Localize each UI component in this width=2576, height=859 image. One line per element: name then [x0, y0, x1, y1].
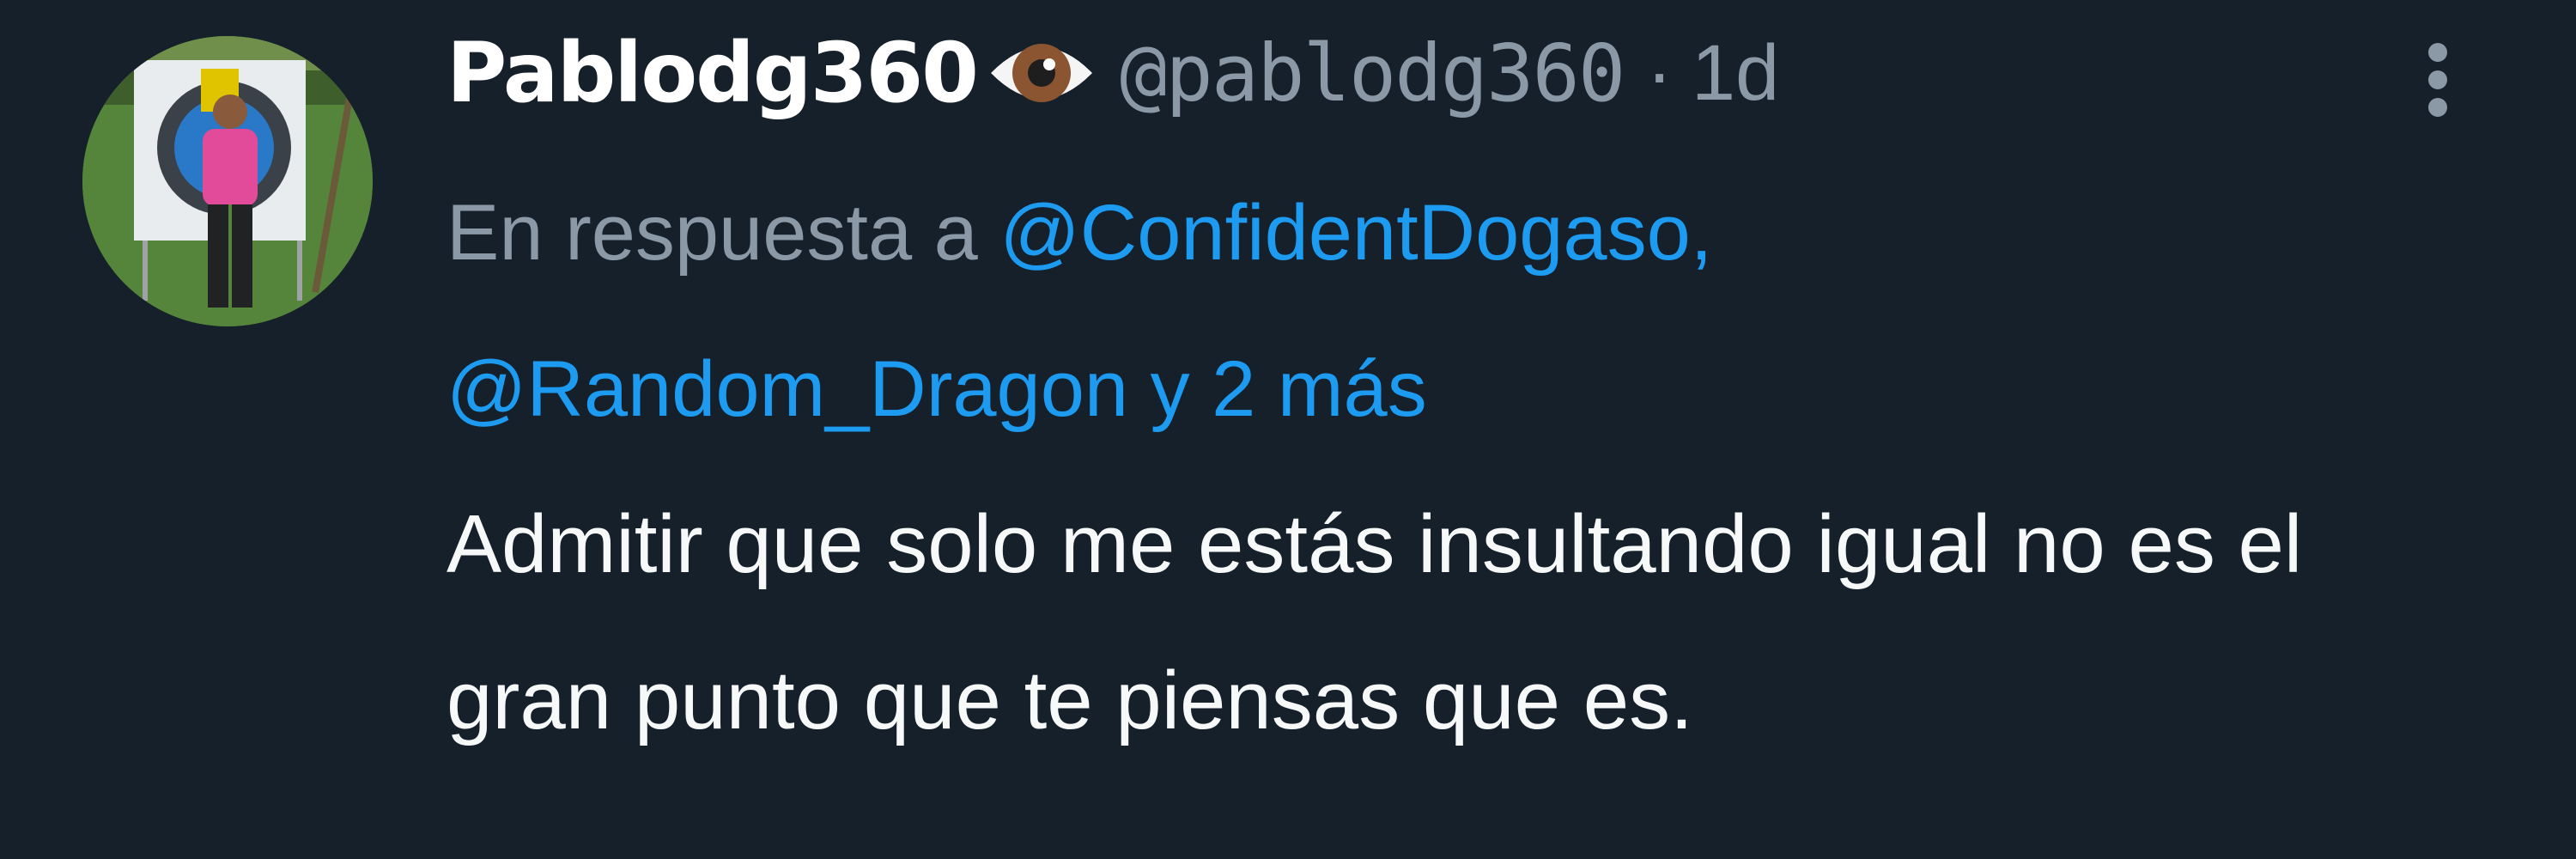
more-mentions-link[interactable]: 2 más: [1212, 345, 1427, 433]
more-options-button[interactable]: [2396, 24, 2473, 136]
timestamp[interactable]: 1d: [1692, 28, 1779, 119]
reply-context: En respuesta a @ConfidentDogaso, @Random…: [447, 155, 2421, 467]
ellipsis-dot: [2428, 70, 2447, 89]
eye-emoji-icon: [986, 30, 1097, 116]
tweet[interactable]: Pablodg360 @pablodg360 · 1d En respuesta…: [0, 0, 2576, 859]
reply-connector: y: [1150, 345, 1190, 433]
reply-prefix: En respuesta a: [447, 189, 978, 277]
tweet-header: Pablodg360 @pablodg360 · 1d: [447, 9, 1779, 137]
avatar[interactable]: [82, 36, 373, 326]
tweet-text: Admitir que solo me estás insultando igu…: [447, 498, 2303, 746]
user-handle[interactable]: @pablodg360: [1120, 27, 1625, 119]
separator-dot: ·: [1646, 28, 1673, 117]
mention-link-confidentdogaso[interactable]: @ConfidentDogaso,: [999, 189, 1712, 277]
display-name[interactable]: Pablodg360: [447, 25, 979, 121]
mention-link-random-dragon[interactable]: @Random_Dragon: [447, 345, 1128, 433]
avatar-photo: [82, 36, 373, 326]
ellipsis-dot: [2428, 98, 2447, 117]
vertical-ellipsis-icon: [2428, 43, 2447, 62]
